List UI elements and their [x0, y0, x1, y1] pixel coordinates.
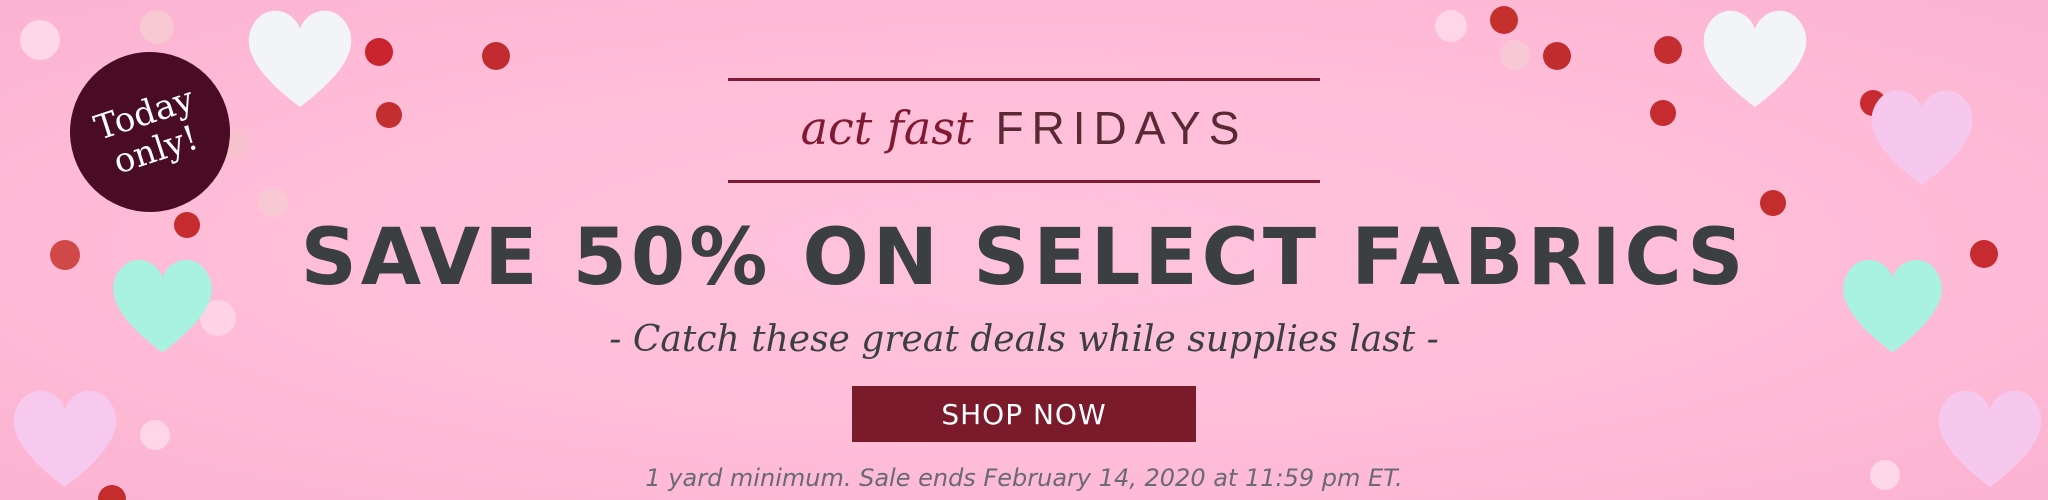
divider-top — [728, 78, 1320, 81]
headline: SAVE 50% ON SELECT FABRICS — [300, 213, 1748, 303]
promo-banner: Today only! act fast FRIDAYS SAVE 50% ON… — [0, 0, 2048, 500]
fine-print: 1 yard minimum. Sale ends February 14, 2… — [645, 464, 1403, 492]
divider-bottom — [728, 180, 1320, 183]
shop-now-button[interactable]: SHOP NOW — [852, 386, 1196, 442]
act-fast-fridays-title: act fast FRIDAYS — [801, 101, 1248, 155]
fridays-text: FRIDAYS — [995, 102, 1248, 154]
act-fast-text: act fast — [800, 101, 974, 155]
promo-content: act fast FRIDAYS SAVE 50% ON SELECT FABR… — [0, 0, 2048, 500]
tagline: - Catch these great deals while supplies… — [609, 319, 1439, 360]
